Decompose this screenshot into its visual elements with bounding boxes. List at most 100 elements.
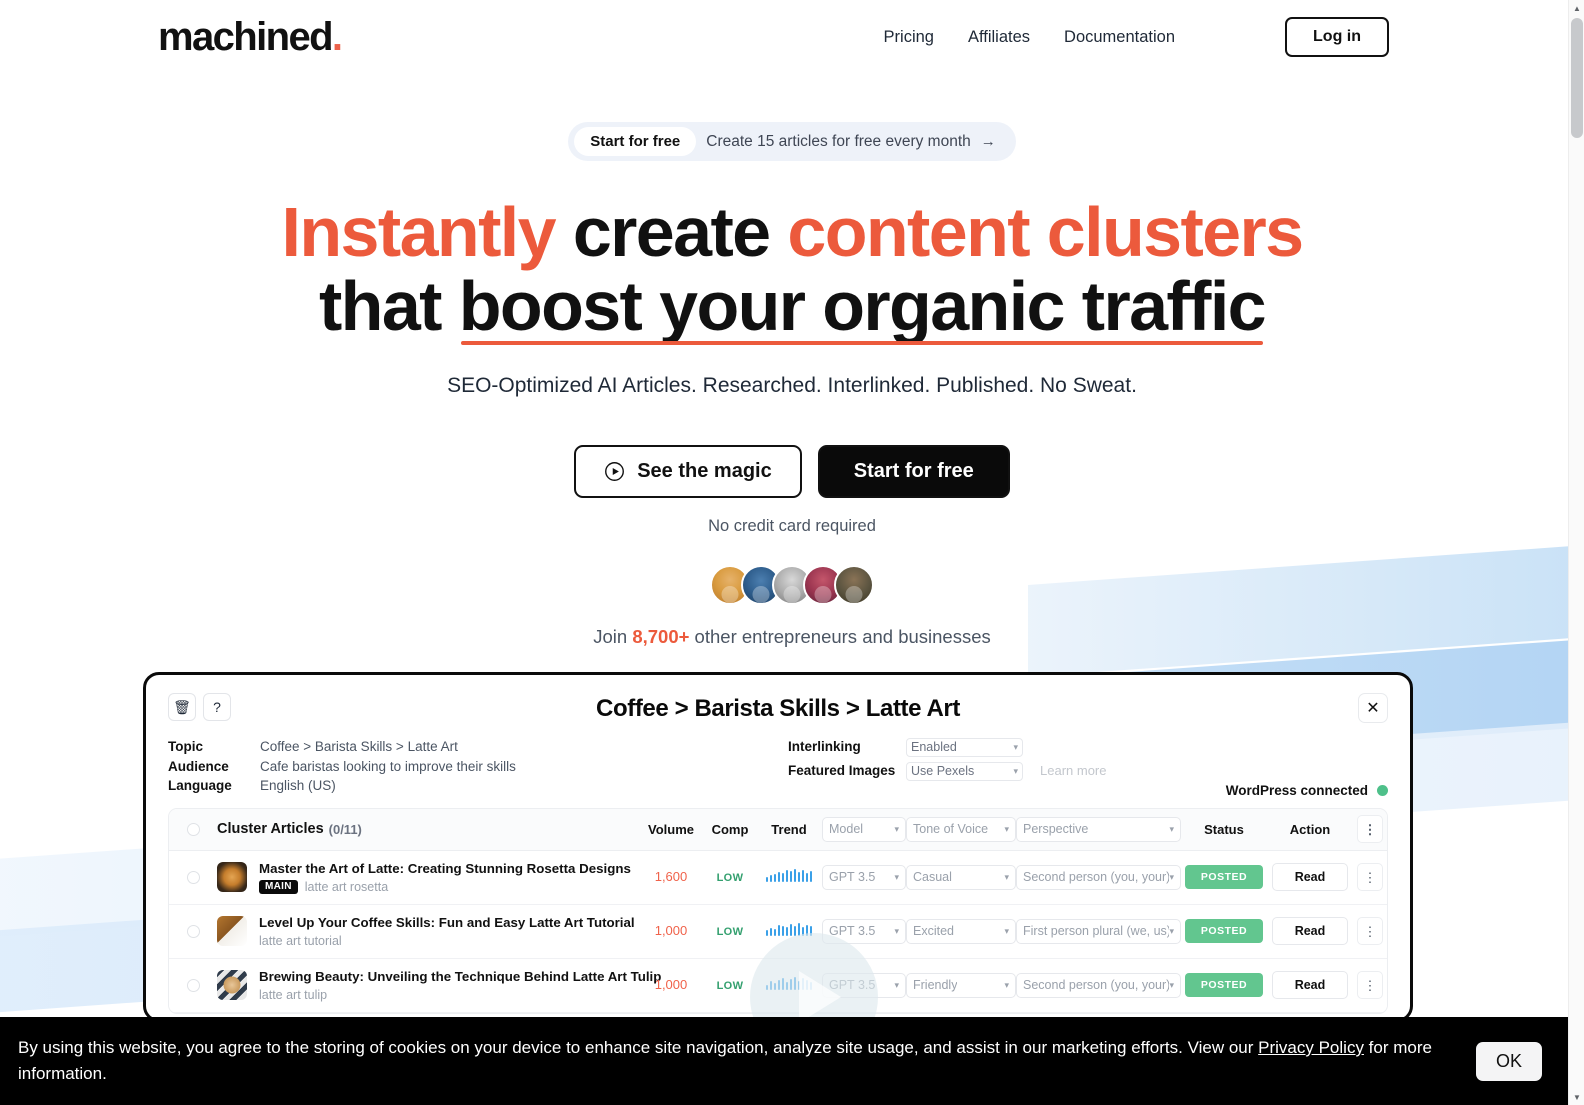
read-button[interactable]: Read <box>1272 863 1348 891</box>
login-button[interactable]: Log in <box>1285 17 1389 57</box>
tone-of-voice-select[interactable]: Tone of Voice ▾ <box>906 816 1016 842</box>
privacy-policy-link[interactable]: Privacy Policy <box>1258 1038 1364 1057</box>
main-navigation: Pricing Affiliates Documentation Log in <box>884 17 1389 57</box>
column-header-comp[interactable]: Comp <box>704 822 756 837</box>
row-perspective-select[interactable]: First person plural (we, us) ▾ <box>1016 918 1181 944</box>
article-subline: latte art tulip <box>259 988 661 1002</box>
nav-link-affiliates[interactable]: Affiliates <box>968 28 1030 47</box>
trend-sparkline-icon <box>765 867 813 882</box>
row-perspective-value: First person plural (we, us) <box>1023 924 1170 938</box>
cookie-consent-banner: By using this website, you agree to the … <box>0 1017 1568 1105</box>
play-triangle-icon <box>799 971 841 1019</box>
close-icon[interactable]: ✕ <box>1358 693 1388 723</box>
learn-more-link[interactable]: Learn more <box>1040 761 1106 781</box>
row-perspective-value: Second person (you, your) <box>1023 870 1170 884</box>
scrollbar[interactable]: ▲ ▼ <box>1568 0 1584 1105</box>
see-the-magic-button[interactable]: See the magic <box>574 445 802 498</box>
scroll-up-icon[interactable]: ▲ <box>1569 0 1584 16</box>
column-header-trend[interactable]: Trend <box>756 822 822 837</box>
social-proof-prefix: Join <box>593 626 633 647</box>
cookie-ok-button[interactable]: OK <box>1475 1041 1542 1081</box>
article-subline: latte art tutorial <box>259 934 635 948</box>
headline-underlined-phrase: boost your organic traffic <box>458 266 1267 345</box>
logo-text: machined <box>158 15 334 59</box>
nav-link-documentation[interactable]: Documentation <box>1064 28 1175 47</box>
row-tone-select[interactable]: Friendly ▾ <box>906 972 1016 998</box>
comp-value: LOW <box>716 872 744 884</box>
page-root: machined. Pricing Affiliates Documentati… <box>0 0 1584 1105</box>
perspective-select[interactable]: Perspective ▾ <box>1016 816 1181 842</box>
start-for-free-button[interactable]: Start for free <box>817 445 1010 498</box>
row-tone-select[interactable]: Excited ▾ <box>906 918 1016 944</box>
column-header-action: Action <box>1289 821 1331 837</box>
row-status-cell: POSTED <box>1181 973 1267 997</box>
meta-label: Audience <box>168 758 229 774</box>
comp-value: LOW <box>716 926 744 938</box>
scrollbar-thumb[interactable] <box>1571 18 1583 138</box>
volume-value: 1,000 <box>654 923 688 938</box>
row-comp-cell: LOW <box>704 976 756 994</box>
kebab-menu-icon[interactable]: ⋮ <box>1357 863 1383 891</box>
headline-word-instantly: Instantly <box>281 193 557 271</box>
article-thumbnail <box>217 862 247 892</box>
play-circle-icon <box>605 462 625 481</box>
article-thumbnail <box>217 916 247 946</box>
social-proof-text: Join 8,700+ other entrepreneurs and busi… <box>0 626 1584 648</box>
column-header-volume[interactable]: Volume <box>638 822 704 837</box>
volume-value: 1,000 <box>654 977 688 992</box>
row-volume-cell: 1,000 <box>638 976 704 994</box>
row-title-cell: Master the Art of Latte: Creating Stunni… <box>217 861 638 894</box>
read-button[interactable]: Read <box>1272 917 1348 945</box>
select-all-checkbox[interactable] <box>186 822 200 836</box>
scroll-down-icon[interactable]: ▼ <box>1569 1089 1584 1105</box>
table-header-row: Cluster Articles (0/11) Volume Comp Tren… <box>169 808 1387 851</box>
row-status-cell: POSTED <box>1181 919 1267 943</box>
chevron-down-icon: ▾ <box>1004 871 1009 882</box>
article-title: Level Up Your Coffee Skills: Fun and Eas… <box>259 914 635 930</box>
headline-line-1: Instantly create content clusters <box>0 193 1584 271</box>
row-tone-select[interactable]: Casual ▾ <box>906 864 1016 890</box>
page-title: Instantly create content clusters that b… <box>0 193 1584 345</box>
read-button[interactable]: Read <box>1272 971 1348 999</box>
row-checkbox[interactable] <box>186 978 200 992</box>
row-tone-cell: Casual ▾ <box>906 864 1016 890</box>
logo-dot: . <box>331 15 343 59</box>
row-tone-value: Casual <box>913 870 952 884</box>
status-badge: POSTED <box>1185 865 1263 889</box>
row-perspective-select[interactable]: Second person (you, your) ▾ <box>1016 972 1181 998</box>
logo[interactable]: machined. <box>158 15 343 59</box>
cookie-consent-text: By using this website, you agree to the … <box>18 1035 1448 1087</box>
row-perspective-select[interactable]: Second person (you, your) ▾ <box>1016 864 1181 890</box>
headline-line-2: that boost your organic traffic <box>0 266 1584 345</box>
trash-icon[interactable]: 🗑 <box>168 693 196 721</box>
model-select-placeholder: Model <box>829 822 864 836</box>
avatar <box>834 565 874 605</box>
row-model-select[interactable]: GPT 3.5 ▾ <box>822 864 906 890</box>
hero-subtitle: SEO-Optimized AI Articles. Researched. I… <box>447 374 1137 397</box>
option-row-featured-images: Featured Images Use Pexels ▾ Learn more <box>788 761 1388 781</box>
featured-images-select[interactable]: Use Pexels ▾ <box>906 761 1023 781</box>
app-toolbar: 🗑 ? ✕ <box>168 693 1388 723</box>
row-status-cell: POSTED <box>1181 865 1267 889</box>
kebab-menu-icon[interactable]: ⋮ <box>1357 971 1383 999</box>
kebab-menu-icon[interactable]: ⋮ <box>1357 917 1383 945</box>
headline-word-content-clusters: content clusters <box>787 193 1304 271</box>
nav-link-pricing[interactable]: Pricing <box>884 28 934 47</box>
kebab-menu-icon[interactable]: ⋮ <box>1357 815 1383 843</box>
row-menu-cell: ⋮ <box>1353 863 1387 891</box>
promo-banner[interactable]: Start for free Create 15 articles for fr… <box>568 122 1016 161</box>
row-checkbox[interactable] <box>186 870 200 884</box>
select-all-checkbox-cell <box>169 822 217 836</box>
hero-section: Start for free Create 15 articles for fr… <box>0 64 1584 648</box>
column-header-perspective-cell: Perspective ▾ <box>1016 816 1181 842</box>
row-checkbox[interactable] <box>186 924 200 938</box>
help-icon[interactable]: ? <box>203 693 231 721</box>
row-perspective-cell: Second person (you, your) ▾ <box>1016 864 1181 890</box>
model-select[interactable]: Model ▾ <box>822 816 906 842</box>
wordpress-status: WordPress connected <box>1226 783 1388 798</box>
volume-value: 1,600 <box>654 869 688 884</box>
table-row[interactable]: Master the Art of Latte: Creating Stunni… <box>169 850 1387 905</box>
article-thumbnail <box>217 970 247 1000</box>
promo-text: Create 15 articles for free every month <box>706 132 971 150</box>
interlinking-select[interactable]: Enabled ▾ <box>906 737 1023 757</box>
